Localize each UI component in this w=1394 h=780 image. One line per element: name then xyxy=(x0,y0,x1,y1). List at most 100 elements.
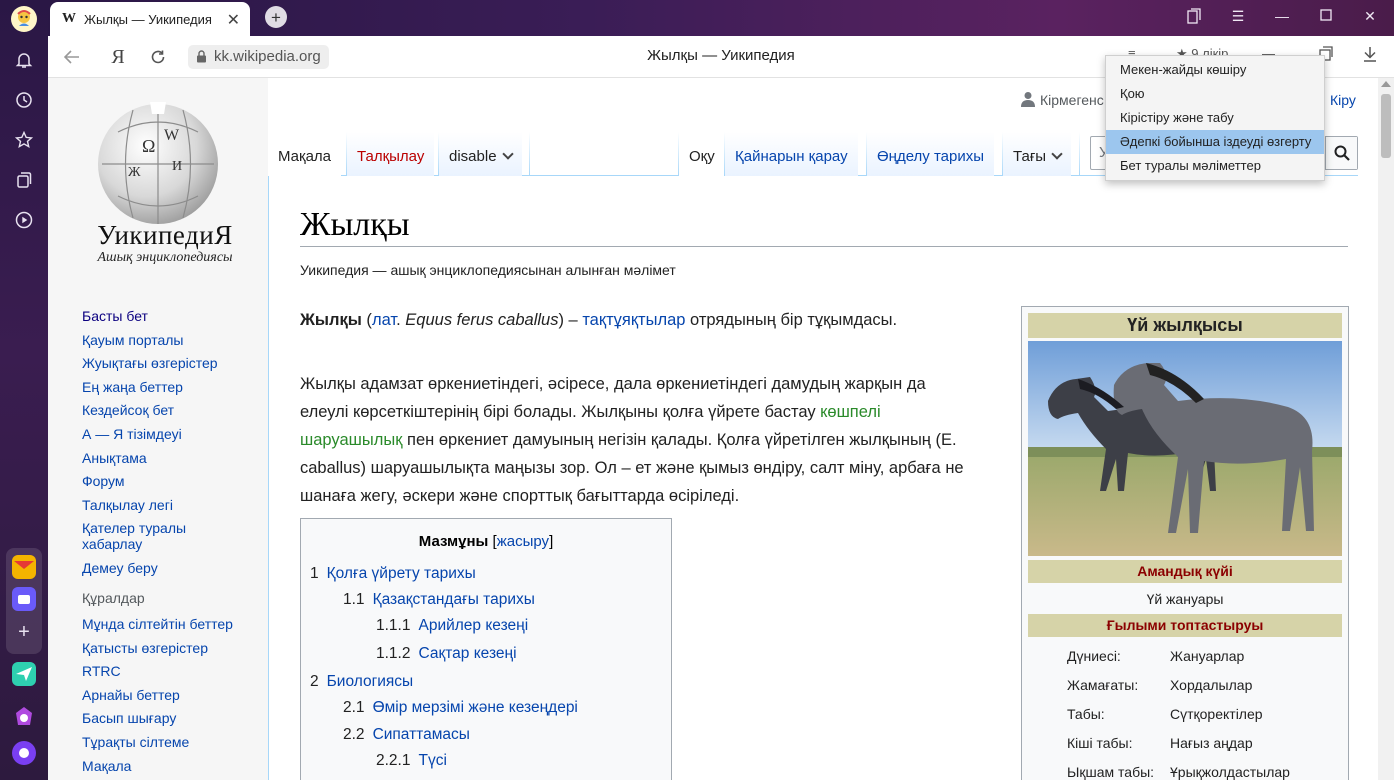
history-icon[interactable] xyxy=(10,86,38,114)
nav-link-community[interactable]: Қауым порталы xyxy=(82,332,252,348)
toc-item[interactable]: 2.2 Сипаттамасы xyxy=(343,726,470,744)
nav-link-help[interactable]: Анықтама xyxy=(82,450,252,466)
play-icon[interactable] xyxy=(10,206,38,234)
latin-name: Equus ferus caballus xyxy=(405,311,559,329)
taxon-label: Жамағаты: xyxy=(1067,677,1139,693)
horses-photo[interactable] xyxy=(1028,341,1342,556)
lead-paren-open: ( xyxy=(361,311,372,329)
menu-icon[interactable]: ☰ xyxy=(1228,8,1248,25)
nav-link-discussion-feed[interactable]: Талқылау легі xyxy=(82,497,252,513)
nomadic-link[interactable]: көшпелі xyxy=(820,403,881,421)
nav-link-forum[interactable]: Форум xyxy=(82,473,252,489)
minimize-icon[interactable]: — xyxy=(1272,8,1292,24)
assistant-app[interactable] xyxy=(12,741,36,765)
menu-item-change-default-search[interactable]: Әдепкі бойынша іздеуді өзгерту xyxy=(1106,130,1324,154)
nav-link-a-z[interactable]: А — Я тізімдеуі xyxy=(82,426,252,442)
latin-link[interactable]: лат xyxy=(372,311,396,329)
toc-text: Биологиясы xyxy=(326,673,414,690)
menu-item-paste-and-go[interactable]: Кірістіру және табу xyxy=(1106,106,1324,130)
add-app-icon[interactable]: + xyxy=(10,618,38,646)
url-field[interactable]: kk.wikipedia.org xyxy=(188,45,329,69)
yandex-icon[interactable]: Я xyxy=(106,45,130,69)
toc-text: Өмір мерзімі және кезеңдері xyxy=(372,699,578,716)
toc-item[interactable]: 2 Биологиясы xyxy=(310,673,413,691)
web-page: Ω W И Ж УикипедиЯ Ашық энциклопедиясы Ба… xyxy=(48,78,1378,780)
tab-more-dropdown[interactable]: Тағы xyxy=(1003,132,1072,176)
nav-link-recent-changes[interactable]: Жуықтағы өзгерістер xyxy=(82,355,252,371)
tab-article[interactable]: Мақала xyxy=(268,132,342,176)
toc-item[interactable]: 1 Қолға үйрету тарихы xyxy=(310,565,476,583)
toc-number: 2.2.1 xyxy=(376,752,411,769)
taxon-value-link[interactable]: Хордалылар xyxy=(1170,677,1252,693)
menu-item-copy-address[interactable]: Мекен-жайды көшіру xyxy=(1106,58,1324,82)
login-link[interactable]: Кіру xyxy=(1330,92,1356,108)
tools-link-what-links-here[interactable]: Мұнда сілтейтін беттер xyxy=(82,616,252,632)
toc-item[interactable]: 1.1.1 Арийлер кезеңі xyxy=(376,617,528,635)
scroll-thumb[interactable] xyxy=(1381,94,1391,158)
nav-link-random[interactable]: Кездейсоқ бет xyxy=(82,402,252,418)
more-label: Тағы xyxy=(1013,148,1047,165)
tools-link-special-pages[interactable]: Арнайы беттер xyxy=(82,687,252,703)
tools-link-related-changes[interactable]: Қатысты өзгерістер xyxy=(82,640,252,656)
tab-view-source[interactable]: Қайнарын қарау xyxy=(725,132,858,176)
economy-link[interactable]: шаруашылық xyxy=(300,431,402,449)
tab-variant-dropdown[interactable]: disable xyxy=(439,132,522,176)
alice-app[interactable] xyxy=(12,705,36,729)
article-content: Жылқы Уикипедия — ашық энциклопедиясынан… xyxy=(268,176,1358,780)
bookmarks-tab-icon[interactable] xyxy=(1184,8,1204,27)
conservation-status: Үй жануары xyxy=(1146,591,1224,607)
bell-icon[interactable] xyxy=(10,46,38,74)
context-menu: Мекен-жайды көшіру Қою Кірістіру және та… xyxy=(1105,55,1325,181)
toc-item[interactable]: 1.1 Қазақстандағы тарихы xyxy=(343,591,535,609)
perissodactyla-link[interactable]: тақтұяқтылар xyxy=(582,311,685,329)
lead-rest: отрядының бір тұқымдасы. xyxy=(685,311,898,329)
nav-link-new-pages[interactable]: Ең жаңа беттер xyxy=(82,379,252,395)
article-tagline: Уикипедия — ашық энциклопедиясынан алынғ… xyxy=(300,262,676,278)
svg-text:Ж: Ж xyxy=(128,165,141,180)
mail-app[interactable] xyxy=(12,555,36,579)
new-tab-button[interactable]: + xyxy=(265,6,287,28)
taxon-value-link[interactable]: Ұрықжолдастылар xyxy=(1170,764,1290,780)
tools-link-rtrc[interactable]: RTRC xyxy=(82,663,252,679)
toc-bracket-open: [ xyxy=(488,533,497,550)
wikipedia-globe-logo[interactable]: Ω W И Ж xyxy=(88,92,228,232)
close-window-icon[interactable]: ✕ xyxy=(1360,8,1380,25)
collections-icon[interactable] xyxy=(10,166,38,194)
messenger-app[interactable] xyxy=(12,587,36,611)
taxon-value-link[interactable]: Сүтқоректілер xyxy=(1170,706,1263,722)
star-icon[interactable] xyxy=(10,126,38,154)
menu-item-paste[interactable]: Қою xyxy=(1106,82,1324,106)
tools-link-article[interactable]: Мақала xyxy=(82,758,252,774)
search-button[interactable] xyxy=(1325,137,1357,169)
second-paragraph: Жылқы адамзат өркениетіндегі, әсіресе, д… xyxy=(300,370,1010,510)
toc-item[interactable]: 2.2.1 Түсі xyxy=(376,752,447,770)
profile-avatar[interactable] xyxy=(11,6,37,32)
tools-link-permanent[interactable]: Тұрақты сілтеме xyxy=(82,734,252,750)
tab-bar: W Жылқы — Уикипедия ✕ + ☰ — ✕ xyxy=(48,0,1394,36)
reload-icon[interactable] xyxy=(146,45,170,69)
download-icon[interactable] xyxy=(1362,46,1378,65)
close-tab-icon[interactable]: ✕ xyxy=(227,10,240,30)
toc-number: 1.1.2 xyxy=(376,645,411,662)
send-app[interactable] xyxy=(12,662,36,686)
toc-item[interactable]: 2.1 Өмір мерзімі және кезеңдері xyxy=(343,699,578,717)
tab-read[interactable]: Оқу xyxy=(679,132,725,176)
tab-history[interactable]: Өңделу тарихы xyxy=(867,132,995,176)
infobox: Үй жылқысы Амандық күйі Үй жануары Ғылым… xyxy=(1021,306,1349,780)
tools-link-print[interactable]: Басып шығару xyxy=(82,710,252,726)
toc-hide-link[interactable]: жасыру xyxy=(497,533,549,550)
nav-link-donate[interactable]: Демеу беру xyxy=(82,560,252,576)
maximize-icon[interactable] xyxy=(1316,8,1336,24)
nav-link-report-errors[interactable]: Қателер туралы хабарлау xyxy=(82,520,212,552)
toc-text: Қолға үйрету тарихы xyxy=(326,565,476,582)
page-scrollbar[interactable] xyxy=(1378,78,1394,780)
menu-item-page-info[interactable]: Бет туралы мәліметтер xyxy=(1106,154,1324,178)
back-icon[interactable] xyxy=(60,45,84,69)
browser-tab[interactable]: W Жылқы — Уикипедия ✕ xyxy=(50,2,250,36)
tab-talk[interactable]: Талқылау xyxy=(347,132,435,176)
toc-item[interactable]: 1.1.2 Сақтар кезеңі xyxy=(376,645,517,663)
taxon-value-link[interactable]: Жануарлар xyxy=(1170,648,1244,664)
taxon-value-link[interactable]: Нағыз аңдар xyxy=(1170,735,1253,751)
scroll-up-arrow-icon[interactable] xyxy=(1381,81,1391,87)
nav-link-main-page[interactable]: Басты бет xyxy=(82,308,252,324)
